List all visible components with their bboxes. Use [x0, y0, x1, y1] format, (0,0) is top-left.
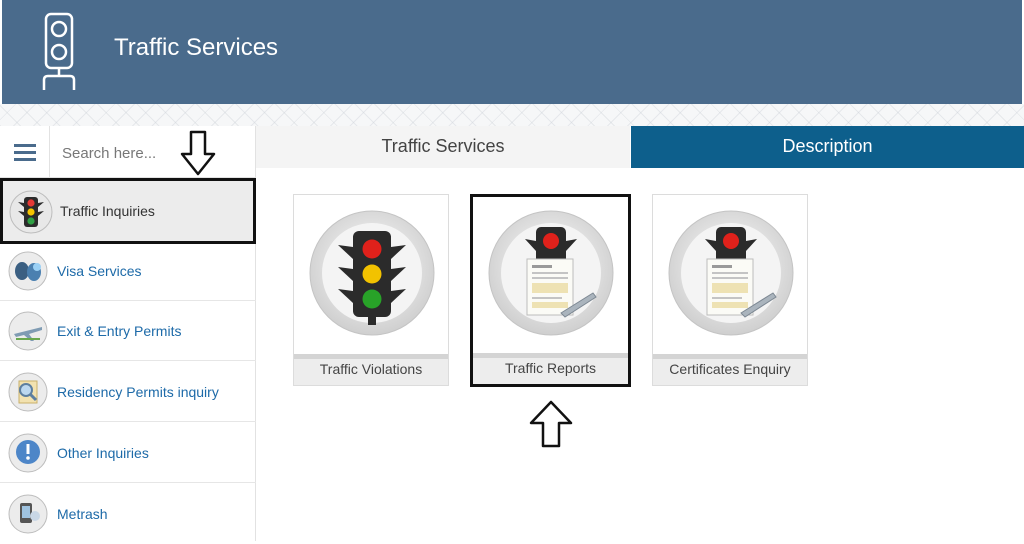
- card-label: Traffic Reports: [473, 353, 628, 384]
- hamburger-menu-button[interactable]: [0, 126, 50, 178]
- traffic-light-icon: [9, 190, 53, 234]
- card-label: Certificates Enquiry: [653, 354, 807, 385]
- sidebar-item-label: Exit & Entry Permits: [57, 323, 182, 339]
- traffic-report-icon: [488, 210, 614, 336]
- sidebar-item-metrash[interactable]: Metrash: [0, 484, 256, 544]
- service-card-certificates-enquiry[interactable]: Certificates Enquiry: [652, 194, 808, 386]
- certificate-icon: [668, 210, 794, 336]
- traffic-light-icon: [42, 12, 76, 90]
- traffic-light-icon: [309, 210, 435, 336]
- arrow-up-icon: [529, 400, 573, 448]
- sidebar-item-label: Traffic Inquiries: [60, 203, 155, 219]
- arrow-down-icon: [180, 130, 216, 176]
- service-card-traffic-reports[interactable]: Traffic Reports: [470, 194, 631, 387]
- sidebar-item-residency-permits[interactable]: Residency Permits inquiry: [0, 362, 256, 422]
- residency-search-icon: [8, 372, 48, 412]
- tab-traffic-services[interactable]: Traffic Services: [256, 126, 630, 168]
- exclamation-icon: [8, 433, 48, 473]
- menu-icon: [13, 144, 36, 161]
- card-label: Traffic Violations: [294, 354, 448, 385]
- search-bar: [0, 126, 256, 178]
- service-card-traffic-violations[interactable]: Traffic Violations: [293, 194, 449, 386]
- sidebar-item-other-inquiries[interactable]: Other Inquiries: [0, 423, 256, 483]
- sidebar-item-exit-entry-permits[interactable]: Exit & Entry Permits: [0, 301, 256, 361]
- page-title: Traffic Services: [114, 34, 279, 61]
- sidebar-item-label: Residency Permits inquiry: [57, 384, 219, 400]
- search-input[interactable]: [60, 140, 174, 166]
- tab-description[interactable]: Description: [631, 126, 1024, 168]
- sidebar-item-label: Other Inquiries: [57, 445, 149, 461]
- sidebar-item-traffic-inquiries[interactable]: Traffic Inquiries: [0, 178, 256, 244]
- decorative-band: [0, 104, 1024, 126]
- sidebar-item-label: Metrash: [57, 506, 108, 522]
- metrash-icon: [8, 494, 48, 534]
- airplane-icon: [8, 311, 48, 351]
- app-header: Traffic Services: [0, 0, 1024, 104]
- sidebar-item-visa-services[interactable]: Visa Services: [0, 241, 256, 301]
- sidebar-item-label: Visa Services: [57, 263, 142, 279]
- visa-icon: [8, 251, 48, 291]
